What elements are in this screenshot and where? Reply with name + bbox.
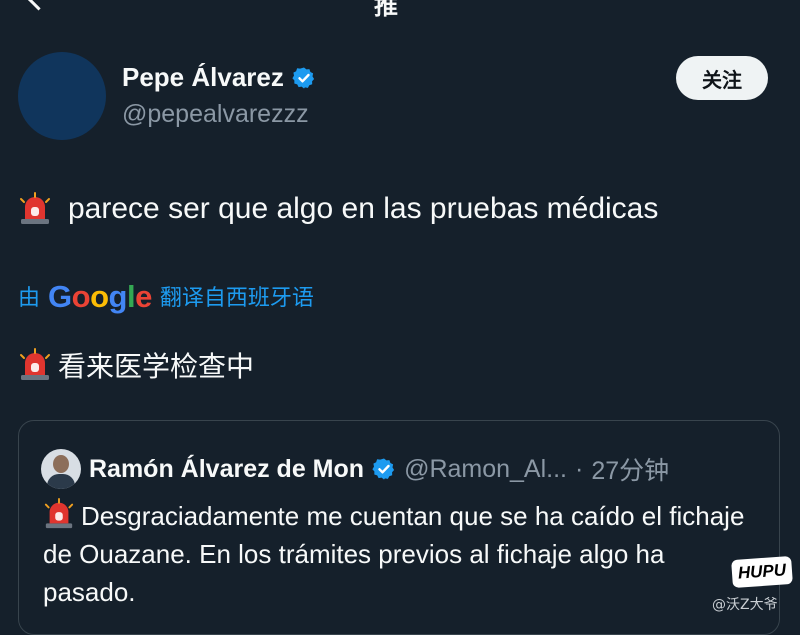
police-siren-icon [20,192,50,224]
police-siren-icon [44,498,74,529]
translated-text-content: 看来医学检查中 [58,350,255,383]
author-name-row: Pepe Álvarez [122,62,316,93]
top-bar: 推 [0,0,800,20]
translation-prefix: 由 [18,286,41,311]
hupu-logo: HUPU [731,555,793,589]
watermark-text: @沃Z大爷 [712,597,778,613]
quoted-author-avatar [41,449,81,489]
tweet-text-content: parece ser que algo en las pruebas médic… [68,192,659,225]
avatar[interactable] [18,52,106,140]
google-logo: Google [48,278,152,314]
quoted-tweet-card[interactable]: Ramón Álvarez de Mon @Ramon_Al... · 27分钟… [18,420,780,635]
translated-text: 看来医学检查中 [18,345,254,385]
verified-badge-icon [292,67,314,88]
follow-button[interactable]: 关注 [676,56,768,100]
quoted-author-name: Ramón Álvarez de Mon [89,454,365,483]
author-handle[interactable]: @pepealvarezzz [122,100,309,129]
tweet-text: parece ser que algo en las pruebas médic… [18,192,658,226]
quoted-tweet-time: 27分钟 [591,457,670,485]
police-siren-icon [20,348,50,380]
meta-separator: · [575,454,584,483]
translation-suffix: 翻译自西班牙语 [159,286,314,311]
verified-badge-icon [372,458,395,480]
quoted-tweet-header: Ramón Álvarez de Mon @Ramon_Al... · 27分钟 [41,449,669,489]
translation-credit[interactable]: 由 Google 翻译自西班牙语 [18,280,314,312]
tweet-author: Pepe Álvarez @pepealvarezzz 关注 [18,52,782,142]
arrow-left-icon[interactable] [26,0,51,11]
quoted-tweet-text: Desgraciadamente me cuentan que se ha ca… [43,497,758,611]
page-title: 推 [374,0,398,20]
quoted-author-handle: @Ramon_Al... [404,454,568,483]
quoted-tweet-text-content: Desgraciadamente me cuentan que se ha ca… [43,501,745,607]
author-name[interactable]: Pepe Álvarez [122,62,284,93]
